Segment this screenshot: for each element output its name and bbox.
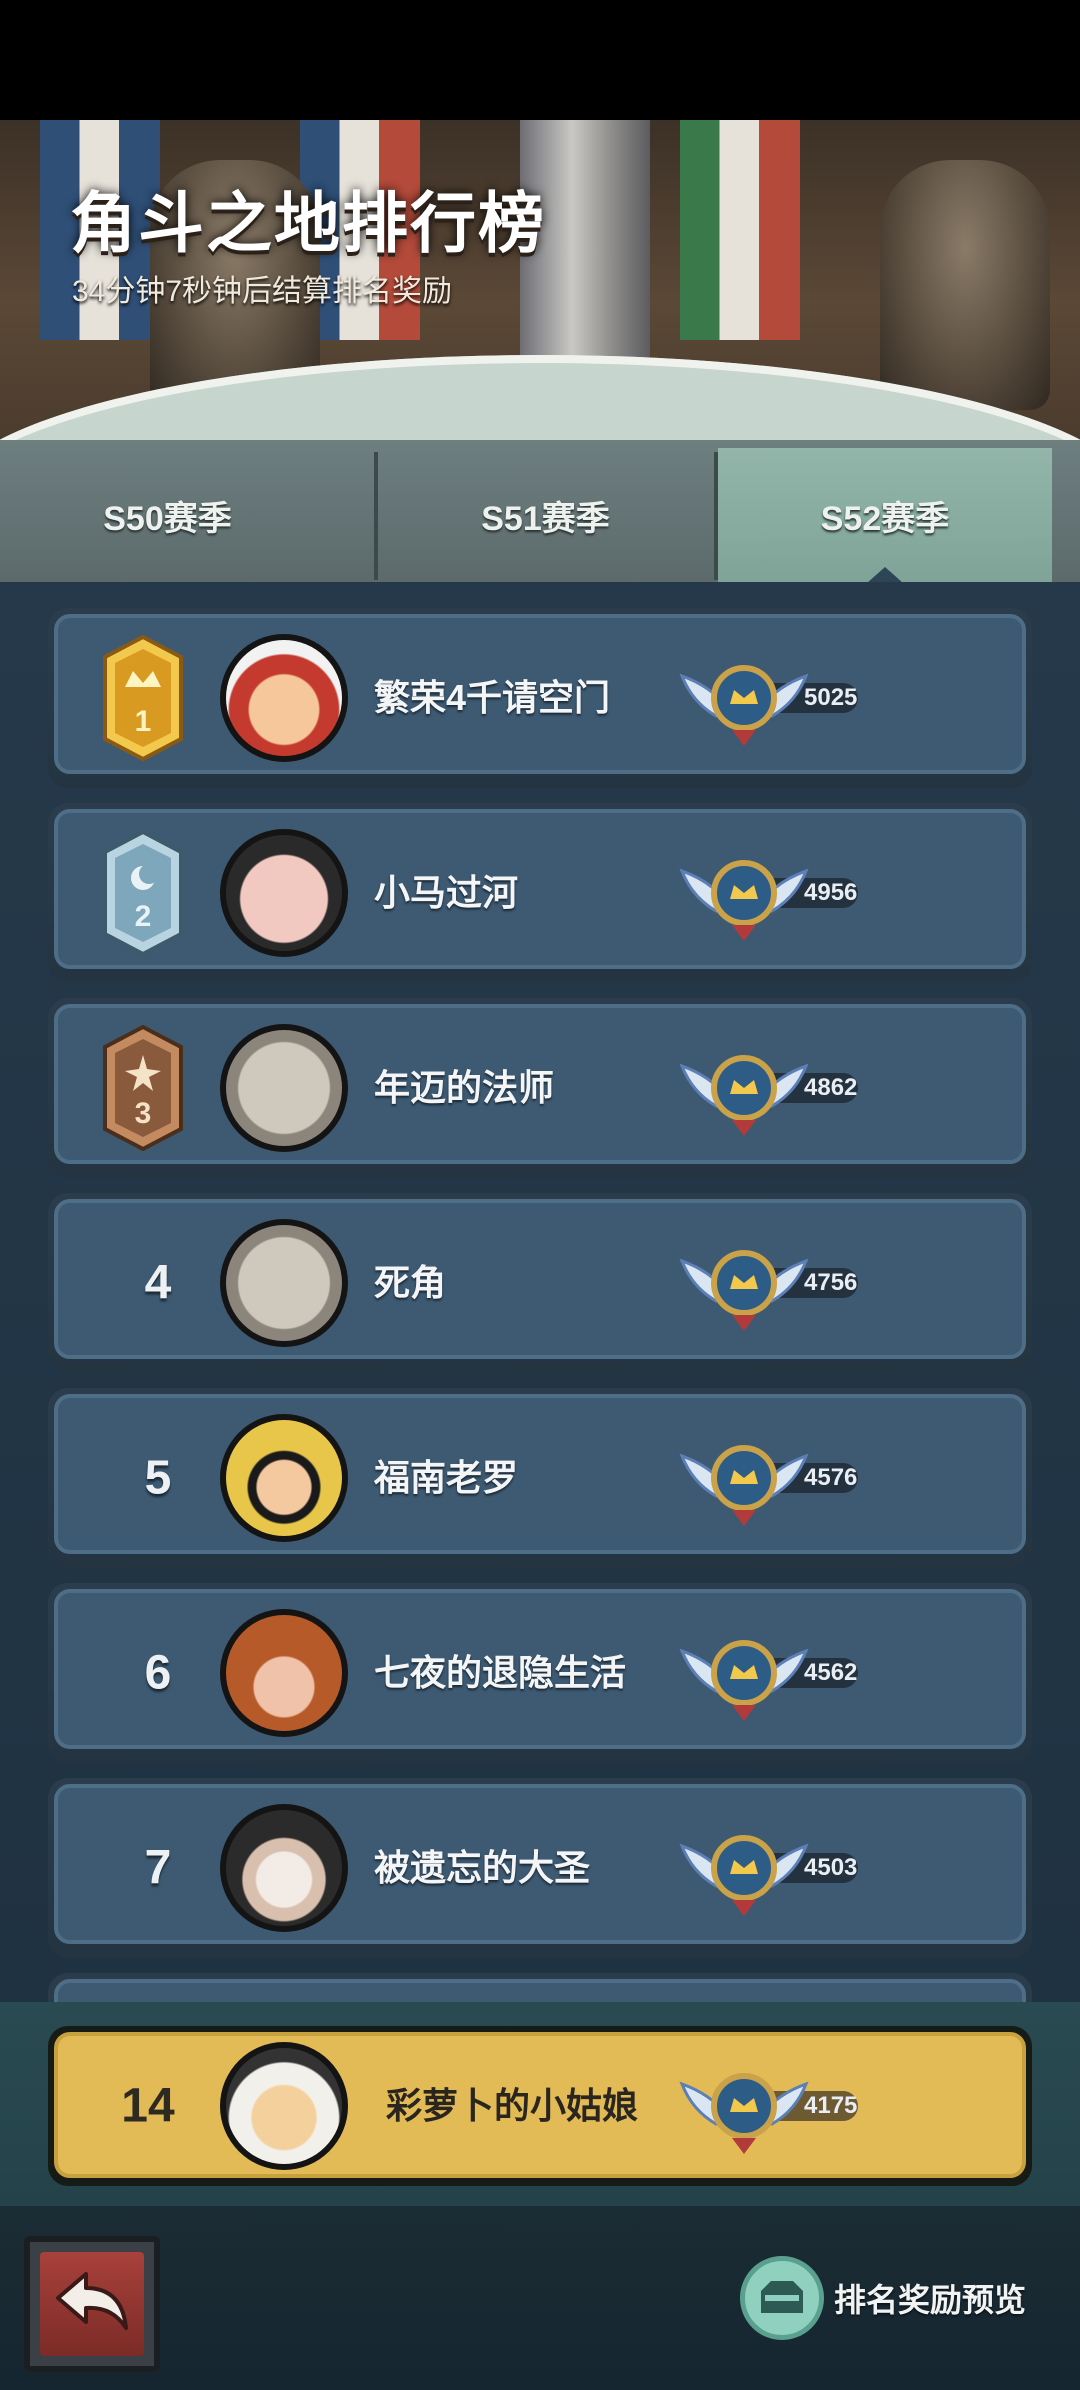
- tab-s51[interactable]: S51赛季: [378, 448, 713, 582]
- rank-emblem-icon: [679, 2073, 809, 2154]
- leaderboard-row[interactable]: 3 年迈的法师 4862: [48, 998, 1032, 1178]
- player-name: 繁荣4千请空门: [374, 677, 611, 718]
- player-name: 被遗忘的大圣: [374, 1847, 591, 1888]
- score: 5025: [804, 684, 858, 711]
- rank-emblem-icon: [679, 1445, 809, 1526]
- tab-s52[interactable]: S52赛季: [718, 448, 1052, 583]
- my-rank-strip: 14 彩萝卜的小姑娘 4175: [0, 2002, 1080, 2206]
- rank-emblem-icon: [679, 860, 809, 941]
- score: 4576: [804, 1464, 858, 1491]
- leaderboard-row[interactable]: 4 死角 4756: [48, 1193, 1032, 1373]
- my-player-name: 彩萝卜的小姑娘: [386, 2085, 639, 2126]
- rank-emblem-icon: [679, 1055, 809, 1136]
- avatar[interactable]: [220, 634, 348, 762]
- my-rank-number: 14: [121, 2079, 175, 2133]
- my-score: 4175: [804, 2092, 858, 2119]
- reward-preview-button[interactable]: 排名奖励预览: [740, 2256, 1070, 2340]
- gold-crown-badge: 1: [103, 635, 183, 761]
- player-name: 福南老罗: [374, 1457, 519, 1498]
- back-button[interactable]: [24, 2236, 160, 2372]
- rank-emblem-icon: [679, 1835, 809, 1916]
- tab-divider: [714, 452, 718, 580]
- rank-emblem-icon: [679, 1640, 809, 1721]
- rank-number: 7: [144, 1841, 172, 1895]
- svg-text:2: 2: [135, 900, 152, 933]
- leaderboard-row[interactable]: 7 被遗忘的大圣 4503: [48, 1778, 1032, 1958]
- season-tabs: S50赛季 S51赛季 S52赛季: [0, 440, 1080, 583]
- page-title: 角斗之地排行榜: [70, 186, 546, 260]
- bronze-star-badge: 3: [103, 1025, 183, 1151]
- my-rank-row[interactable]: 14 彩萝卜的小姑娘 4175: [48, 2026, 1032, 2186]
- status-bar: [0, 0, 1080, 120]
- avatar[interactable]: [220, 1024, 348, 1152]
- flag-decoration: [680, 120, 800, 340]
- leaderboard-list[interactable]: 1 繁荣4千请空门 5025 2 小马过河 4956 3 年迈的法师 4862 …: [0, 582, 1080, 2002]
- silver-moon-badge: 2: [103, 830, 183, 956]
- score: 4503: [804, 1854, 858, 1881]
- tab-divider: [374, 452, 378, 580]
- back-arrow-icon: [56, 2272, 128, 2330]
- player-name: 小马过河: [374, 872, 519, 913]
- leaderboard-row[interactable]: [48, 1973, 1032, 2002]
- player-name: 死角: [374, 1262, 447, 1303]
- leaderboard-row[interactable]: 1 繁荣4千请空门 5025: [48, 608, 1032, 788]
- reward-preview-label: 排名奖励预览: [834, 2282, 1027, 2318]
- rank-emblem-icon: [679, 1250, 809, 1331]
- leaderboard-row[interactable]: 2 小马过河 4956: [48, 803, 1032, 983]
- avatar[interactable]: [220, 1414, 348, 1542]
- player-name: 年迈的法师: [374, 1067, 555, 1108]
- knight-statue: [880, 160, 1050, 410]
- rank-number: 6: [144, 1646, 172, 1700]
- tab-s50[interactable]: S50赛季: [0, 448, 335, 582]
- score: 4562: [804, 1659, 858, 1686]
- my-avatar[interactable]: [220, 2042, 348, 2170]
- score: 4756: [804, 1269, 858, 1296]
- score: 4956: [804, 879, 858, 906]
- score: 4862: [804, 1074, 858, 1101]
- avatar[interactable]: [220, 1219, 348, 1347]
- leaderboard-row[interactable]: 5 福南老罗 4576: [48, 1388, 1032, 1568]
- rank-number: 5: [144, 1451, 172, 1505]
- settlement-countdown: 34分钟7秒钟后结算排名奖励: [72, 275, 453, 308]
- rank-number: 4: [144, 1256, 172, 1310]
- svg-text:1: 1: [135, 705, 152, 738]
- reward-preview-icon: [740, 2256, 824, 2340]
- avatar[interactable]: [220, 1609, 348, 1737]
- svg-text:3: 3: [135, 1097, 152, 1130]
- player-name: 七夜的退隐生活: [374, 1652, 627, 1693]
- leaderboard-row[interactable]: 6 七夜的退隐生活 4562: [48, 1583, 1032, 1763]
- rank-emblem-icon: [679, 665, 809, 746]
- header-banner: 角斗之地排行榜 34分钟7秒钟后结算排名奖励: [0, 120, 1080, 450]
- avatar[interactable]: [220, 1804, 348, 1932]
- avatar[interactable]: [220, 829, 348, 957]
